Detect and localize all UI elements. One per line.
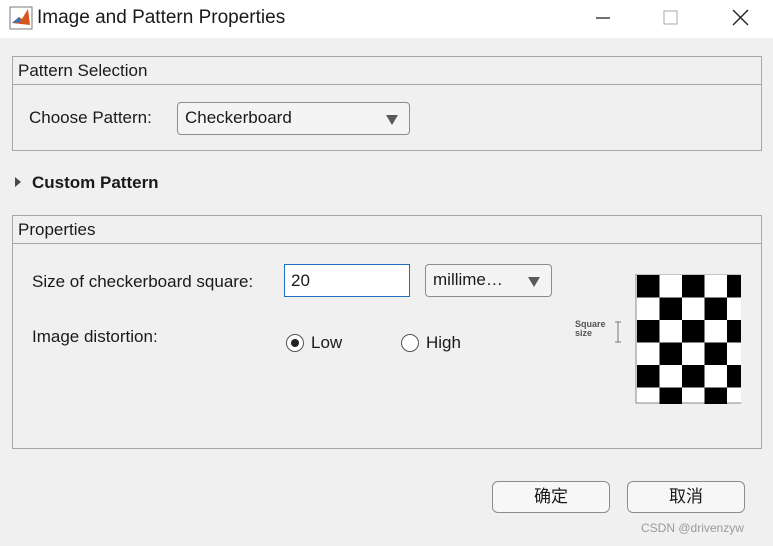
expand-caret-icon	[15, 177, 21, 187]
custom-pattern-label: Custom Pattern	[32, 173, 159, 192]
ok-button[interactable]: 确定	[492, 481, 610, 513]
pattern-selection-panel: Pattern Selection Choose Pattern: Checke…	[12, 56, 762, 151]
units-dropdown[interactable]: millime…	[425, 264, 552, 297]
checker-square	[727, 320, 741, 343]
matlab-app-icon	[9, 6, 33, 30]
checker-square	[704, 297, 727, 320]
radio-selected-dot	[291, 339, 299, 347]
checker-square	[659, 387, 682, 404]
distortion-high-label: High	[426, 333, 461, 352]
close-icon	[732, 9, 749, 26]
checker-square	[682, 275, 705, 298]
pattern-selection-header: Pattern Selection	[13, 57, 761, 85]
distortion-high-radio[interactable]: High	[401, 333, 481, 357]
distortion-low-radio[interactable]: Low	[286, 333, 356, 357]
title-bar: Image and Pattern Properties	[0, 0, 773, 38]
units-dropdown-value: millime…	[433, 270, 503, 289]
properties-header: Properties	[13, 216, 761, 244]
minimize-button[interactable]	[580, 0, 626, 38]
checkerboard-preview: Square size	[573, 274, 741, 406]
distortion-low-label: Low	[311, 333, 343, 352]
checker-square	[727, 275, 741, 298]
checker-square	[682, 320, 705, 343]
pattern-dropdown-value: Checkerboard	[185, 108, 292, 127]
checker-square	[637, 320, 660, 343]
square-size-label: Size of checkerboard square:	[32, 272, 254, 291]
checker-square	[682, 365, 705, 388]
checker-square	[637, 365, 660, 388]
properties-panel: Properties Size of checkerboard square: …	[12, 215, 762, 449]
checker-square	[659, 342, 682, 365]
maximize-icon	[663, 10, 678, 25]
checker-square	[727, 365, 741, 388]
maximize-button[interactable]	[648, 0, 694, 38]
checkerboard-image	[615, 274, 741, 404]
checker-square	[704, 387, 727, 404]
close-button[interactable]	[718, 0, 764, 38]
checker-square	[637, 275, 660, 298]
radio-circle	[401, 334, 419, 352]
pattern-dropdown[interactable]: Checkerboard	[177, 102, 410, 135]
minimize-icon	[596, 17, 610, 19]
choose-pattern-label: Choose Pattern:	[29, 108, 152, 127]
radio-circle	[286, 334, 304, 352]
chevron-down-icon	[386, 115, 398, 125]
distortion-label: Image distortion:	[32, 327, 158, 346]
checker-square	[704, 342, 727, 365]
checker-square	[659, 297, 682, 320]
cancel-button[interactable]: 取消	[627, 481, 745, 513]
chevron-down-icon	[528, 277, 540, 287]
square-size-input[interactable]	[284, 264, 410, 297]
watermark: CSDN @drivenzyw	[641, 521, 744, 535]
window-title: Image and Pattern Properties	[37, 7, 286, 28]
